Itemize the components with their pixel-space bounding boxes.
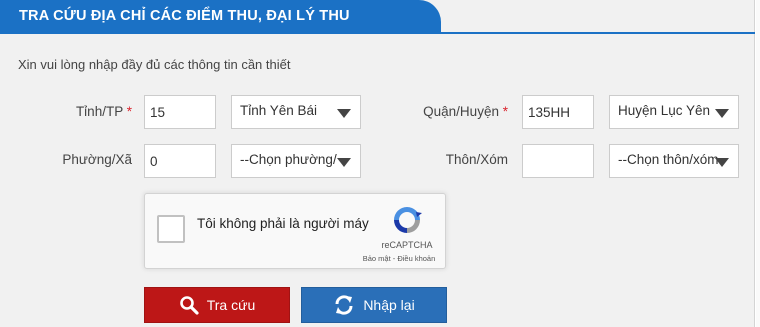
ward-select[interactable]: --Chọn phường/ [231, 144, 361, 178]
caret-down-icon [715, 158, 729, 167]
province-select[interactable]: Tỉnh Yên Bái [231, 95, 361, 129]
hamlet-code-input[interactable] [522, 144, 594, 178]
district-label-text: Quận/Huyện [423, 104, 499, 119]
district-select[interactable]: Huyện Lục Yên [609, 95, 739, 129]
recaptcha-terms-link[interactable]: Bảo mật - Điều khoản [357, 254, 441, 263]
province-required-mark: * [126, 104, 132, 119]
caret-down-icon [337, 158, 351, 167]
reset-button[interactable]: Nhập lại [301, 287, 447, 323]
district-label: Quận/Huyện * [400, 104, 508, 119]
lookup-panel: TRA CỨU ĐỊA CHỈ CÁC ĐIỂM THU, ĐẠI LÝ THU… [0, 0, 755, 327]
province-code-input[interactable]: 15 [144, 95, 216, 129]
recaptcha-checkbox[interactable] [157, 215, 185, 243]
intro-text: Xin vui lòng nhập đầy đủ các thông tin c… [18, 57, 291, 72]
reset-button-label: Nhập lại [363, 297, 415, 313]
caret-down-icon [337, 109, 351, 118]
ward-code-input[interactable]: 0 [144, 144, 216, 178]
refresh-icon [335, 295, 353, 315]
province-label-text: Tỉnh/TP [75, 104, 123, 119]
ward-label: Phường/Xã [62, 152, 132, 167]
magnifier-icon [179, 296, 199, 315]
province-label: Tỉnh/TP * [40, 104, 132, 119]
search-button[interactable]: Tra cứu [144, 287, 290, 323]
district-code-input[interactable]: 135HH [522, 95, 594, 129]
recaptcha-label: Tôi không phải là người máy [197, 216, 369, 231]
hamlet-label: Thôn/Xóm [445, 152, 508, 167]
search-button-label: Tra cứu [206, 297, 256, 313]
recaptcha-logo-icon [394, 207, 422, 233]
recaptcha-widget: Tôi không phải là người máy reCAPTCHA Bả… [144, 193, 446, 269]
caret-down-icon [715, 109, 729, 118]
recaptcha-brand: reCAPTCHA [381, 240, 433, 250]
district-required-mark: * [502, 104, 508, 119]
page-edge [756, 0, 760, 327]
page-title: TRA CỨU ĐỊA CHỈ CÁC ĐIỂM THU, ĐẠI LÝ THU [0, 0, 441, 34]
hamlet-select[interactable]: --Chọn thôn/xóm [609, 144, 739, 178]
